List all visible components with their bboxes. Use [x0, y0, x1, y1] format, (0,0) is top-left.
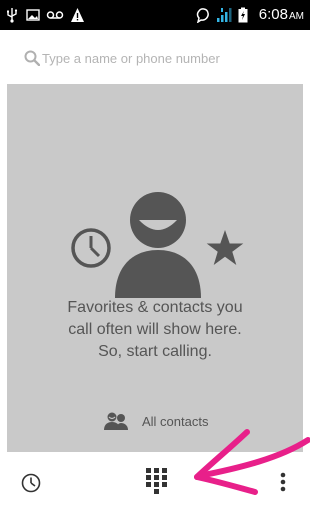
status-bar: 6:08AM	[0, 0, 310, 30]
contacts-icon	[104, 412, 128, 430]
usb-icon	[7, 8, 18, 23]
image-icon	[26, 9, 40, 21]
star-icon	[206, 230, 244, 265]
voicemail-icon	[46, 11, 64, 19]
signal-icon	[217, 8, 232, 22]
search-bar[interactable]	[0, 40, 310, 76]
message-line: Favorites & contacts you	[67, 299, 243, 316]
status-time: 6:08AM	[259, 7, 304, 25]
search-input[interactable]	[42, 46, 292, 70]
battery-icon	[238, 7, 248, 23]
time-text: 6:08	[258, 6, 288, 23]
all-contacts-button[interactable]: All contacts	[7, 407, 303, 437]
message-line: call often will show here.	[68, 321, 242, 338]
search-icon[interactable]	[24, 50, 40, 66]
recent-calls-icon[interactable]	[20, 472, 42, 494]
empty-state-message: Favorites & contacts you call often will…	[7, 297, 303, 363]
message-line: So, start calling.	[98, 343, 212, 360]
alarm-icon	[196, 8, 209, 23]
dialpad-icon[interactable]	[144, 467, 170, 497]
time-ampm: AM	[289, 11, 304, 22]
favorites-empty-panel: Favorites & contacts you call often will…	[7, 84, 303, 452]
overflow-menu-icon[interactable]	[273, 468, 293, 496]
all-contacts-label: All contacts	[142, 414, 209, 429]
bottom-action-bar	[0, 456, 310, 508]
clock-icon	[71, 228, 111, 268]
warning-icon	[71, 8, 84, 22]
person-icon	[115, 192, 201, 298]
favorites-illustration	[71, 192, 244, 298]
